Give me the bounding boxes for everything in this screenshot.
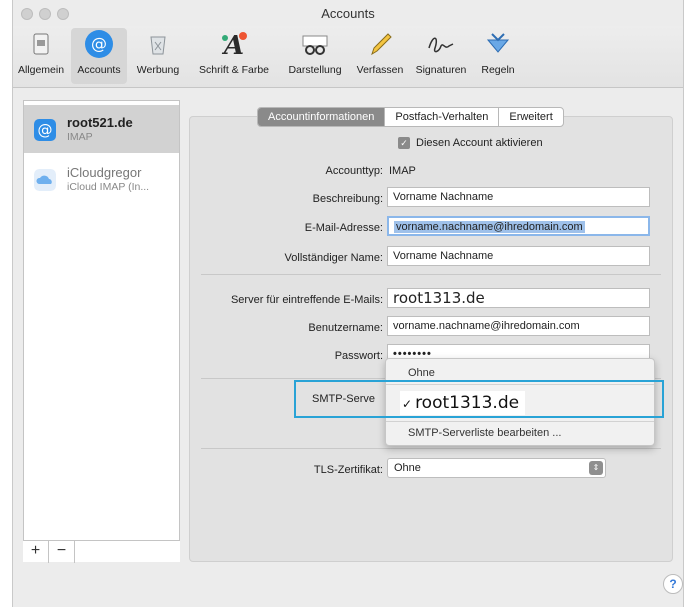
username-label: Benutzername:	[308, 322, 383, 334]
toolbar-item-accounts[interactable]: @ Accounts	[71, 28, 127, 84]
email-field[interactable]: vorname.nachname@ihredomain.com	[387, 216, 650, 236]
svg-text:@: @	[91, 34, 107, 53]
titlebar: Accounts	[13, 0, 683, 28]
incoming-server-label: Server für eintreffende E-Mails:	[230, 294, 383, 306]
preferences-window: Accounts Allgemein @ Accounts Werbung A …	[12, 0, 684, 607]
tab-accountinformationen[interactable]: Accountinformationen	[258, 108, 386, 126]
tls-certificate-value: Ohne	[394, 462, 421, 474]
toolbar: Allgemein @ Accounts Werbung A Schrift &…	[13, 26, 683, 88]
account-type-label: Accounttyp:	[325, 165, 383, 177]
section-divider	[201, 274, 661, 275]
window-title: Accounts	[321, 6, 375, 21]
password-label: Passwort:	[334, 350, 383, 362]
tls-certificate-select[interactable]: Ohne ⇕	[387, 458, 606, 478]
section-divider	[201, 448, 661, 449]
smtp-edit-list-option[interactable]: SMTP-Serverliste bearbeiten ...	[386, 427, 654, 439]
tab-erweitert[interactable]: Erweitert	[499, 108, 562, 126]
fullname-label: Vollständiger Name:	[284, 252, 383, 264]
fullname-field[interactable]: Vorname Nachname	[387, 246, 650, 266]
help-button[interactable]: ?	[663, 574, 683, 594]
incoming-server-field[interactable]: root1313.de	[387, 288, 650, 308]
tls-certificate-label: TLS-Zertifikat:	[313, 464, 383, 476]
switch-icon	[33, 33, 49, 55]
updown-chevron-icon: ⇕	[589, 461, 603, 475]
tab-bar: Accountinformationen Postfach-Verhalten …	[257, 107, 564, 127]
enable-account-label: Diesen Account aktivieren	[416, 137, 543, 149]
account-detail-panel	[189, 116, 673, 562]
glasses-icon	[302, 35, 328, 55]
page-margin	[684, 0, 697, 607]
trash-icon	[150, 36, 166, 55]
remove-account-button[interactable]: −	[49, 541, 75, 563]
at-icon: @	[34, 119, 56, 141]
pencil-icon	[371, 33, 392, 56]
description-label: Beschreibung:	[312, 193, 383, 205]
account-item-icloud[interactable]: iCloudgregor iCloud IMAP (In...	[24, 155, 179, 203]
enable-account-checkbox[interactable]: ✓	[398, 137, 410, 149]
toolbar-item-darstellung[interactable]: Darstellung	[281, 28, 349, 84]
highlight-frame	[294, 380, 664, 418]
dropdown-separator	[386, 421, 654, 422]
cloud-icon	[34, 169, 56, 191]
font-icon: A	[221, 31, 247, 60]
account-list-buttons: + −	[23, 540, 180, 563]
toolbar-item-schrift-farbe[interactable]: A Schrift & Farbe	[189, 28, 279, 84]
account-list: @ root521.de IMAP iCloudgregor iCloud IM…	[23, 100, 180, 562]
account-item-root521[interactable]: @ root521.de IMAP	[24, 105, 179, 153]
description-field[interactable]: Vorname Nachname	[387, 187, 650, 207]
add-account-button[interactable]: +	[23, 541, 49, 563]
tab-postfach-verhalten[interactable]: Postfach-Verhalten	[385, 108, 500, 126]
at-icon: @	[85, 30, 113, 58]
smtp-option-none[interactable]: Ohne	[386, 367, 654, 379]
toolbar-item-allgemein[interactable]: Allgemein	[13, 28, 69, 84]
toolbar-item-verfassen[interactable]: Verfassen	[352, 28, 408, 84]
toolbar-item-werbung[interactable]: Werbung	[131, 28, 185, 84]
username-field[interactable]: vorname.nachname@ihredomain.com	[387, 316, 650, 336]
email-label: E-Mail-Adresse:	[304, 222, 383, 234]
email-field-selection: vorname.nachname@ihredomain.com	[394, 221, 585, 233]
toolbar-item-regeln[interactable]: Regeln	[473, 28, 523, 84]
signature-icon	[428, 37, 454, 53]
toolbar-item-signaturen[interactable]: Signaturen	[411, 28, 471, 84]
account-type-value: IMAP	[389, 165, 416, 177]
rules-icon	[486, 33, 510, 53]
